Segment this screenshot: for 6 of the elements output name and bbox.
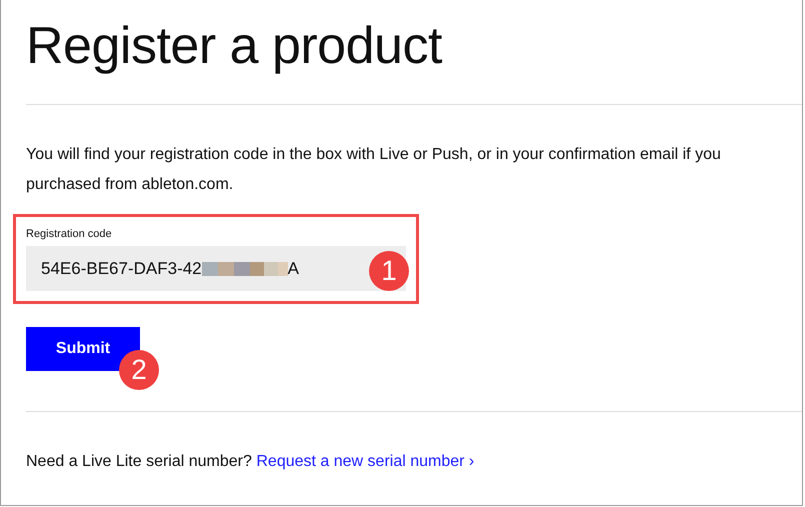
page-title: Register a product xyxy=(26,16,443,77)
field-label: Registration code xyxy=(26,227,113,241)
request-serial-link[interactable]: Request a new serial number › xyxy=(256,453,474,470)
footer-text: Need a Live Lite serial number? xyxy=(26,453,252,470)
callout-badge: 2 xyxy=(119,350,159,390)
intro-text: You will find your registration code in the box with Live or Push, or in your confirmation email if you purchased from ableton.com. xyxy=(26,145,722,195)
